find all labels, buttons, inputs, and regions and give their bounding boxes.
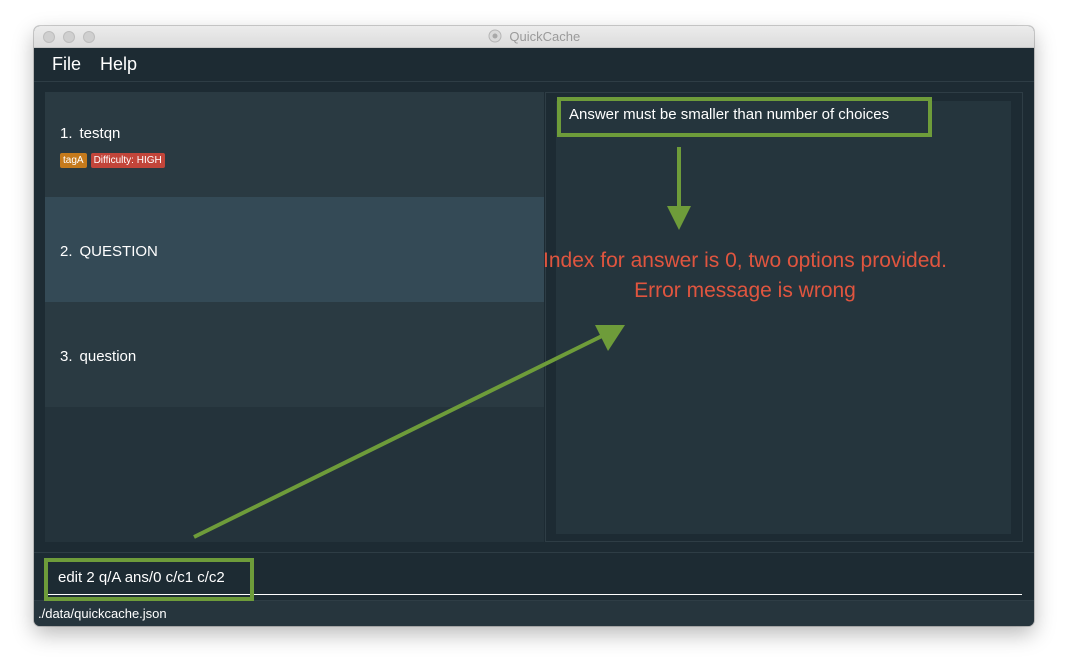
annotation-note: Index for answer is 0, two options provi… (495, 246, 995, 306)
question-text: testqn (79, 125, 121, 142)
question-title: 3. question (60, 348, 136, 365)
window-title: QuickCache (509, 29, 581, 44)
annotation-line-2: Error message is wrong (634, 279, 856, 302)
menu-file[interactable]: File (52, 54, 81, 75)
title-bar: QuickCache (34, 26, 1034, 48)
annotation-line-1: Index for answer is 0, two options provi… (543, 249, 947, 272)
status-bar: ./data/quickcache.json (34, 600, 1034, 626)
question-text: question (79, 348, 137, 365)
question-text: QUESTION (79, 243, 158, 260)
highlight-command-box (44, 558, 254, 601)
result-display (556, 101, 1011, 534)
difficulty-badge: Difficulty: HIGH (90, 153, 165, 168)
tag-list: tagA Difficulty: HIGH (60, 150, 169, 168)
tag-badge: tagA (60, 153, 87, 168)
question-card[interactable]: 1. testqn tagA Difficulty: HIGH (45, 92, 544, 197)
save-location-text: ./data/quickcache.json (38, 606, 167, 621)
menu-help[interactable]: Help (100, 54, 137, 75)
question-index: 1. (60, 125, 73, 142)
window-title-area: QuickCache (34, 29, 1034, 44)
highlight-result-box (557, 97, 932, 137)
question-title: 1. testqn (60, 125, 120, 142)
question-index: 2. (60, 243, 73, 260)
question-index: 3. (60, 348, 73, 365)
question-title: 2. QUESTION (60, 243, 158, 260)
app-icon (488, 29, 502, 43)
question-list: 1. testqn tagA Difficulty: HIGH 2. QUESTION… (45, 92, 544, 542)
question-card[interactable]: 2. QUESTION (45, 197, 544, 302)
question-card[interactable]: 3. question (45, 302, 544, 407)
menu-bar: File Help (34, 48, 1034, 82)
result-panel (545, 92, 1023, 542)
